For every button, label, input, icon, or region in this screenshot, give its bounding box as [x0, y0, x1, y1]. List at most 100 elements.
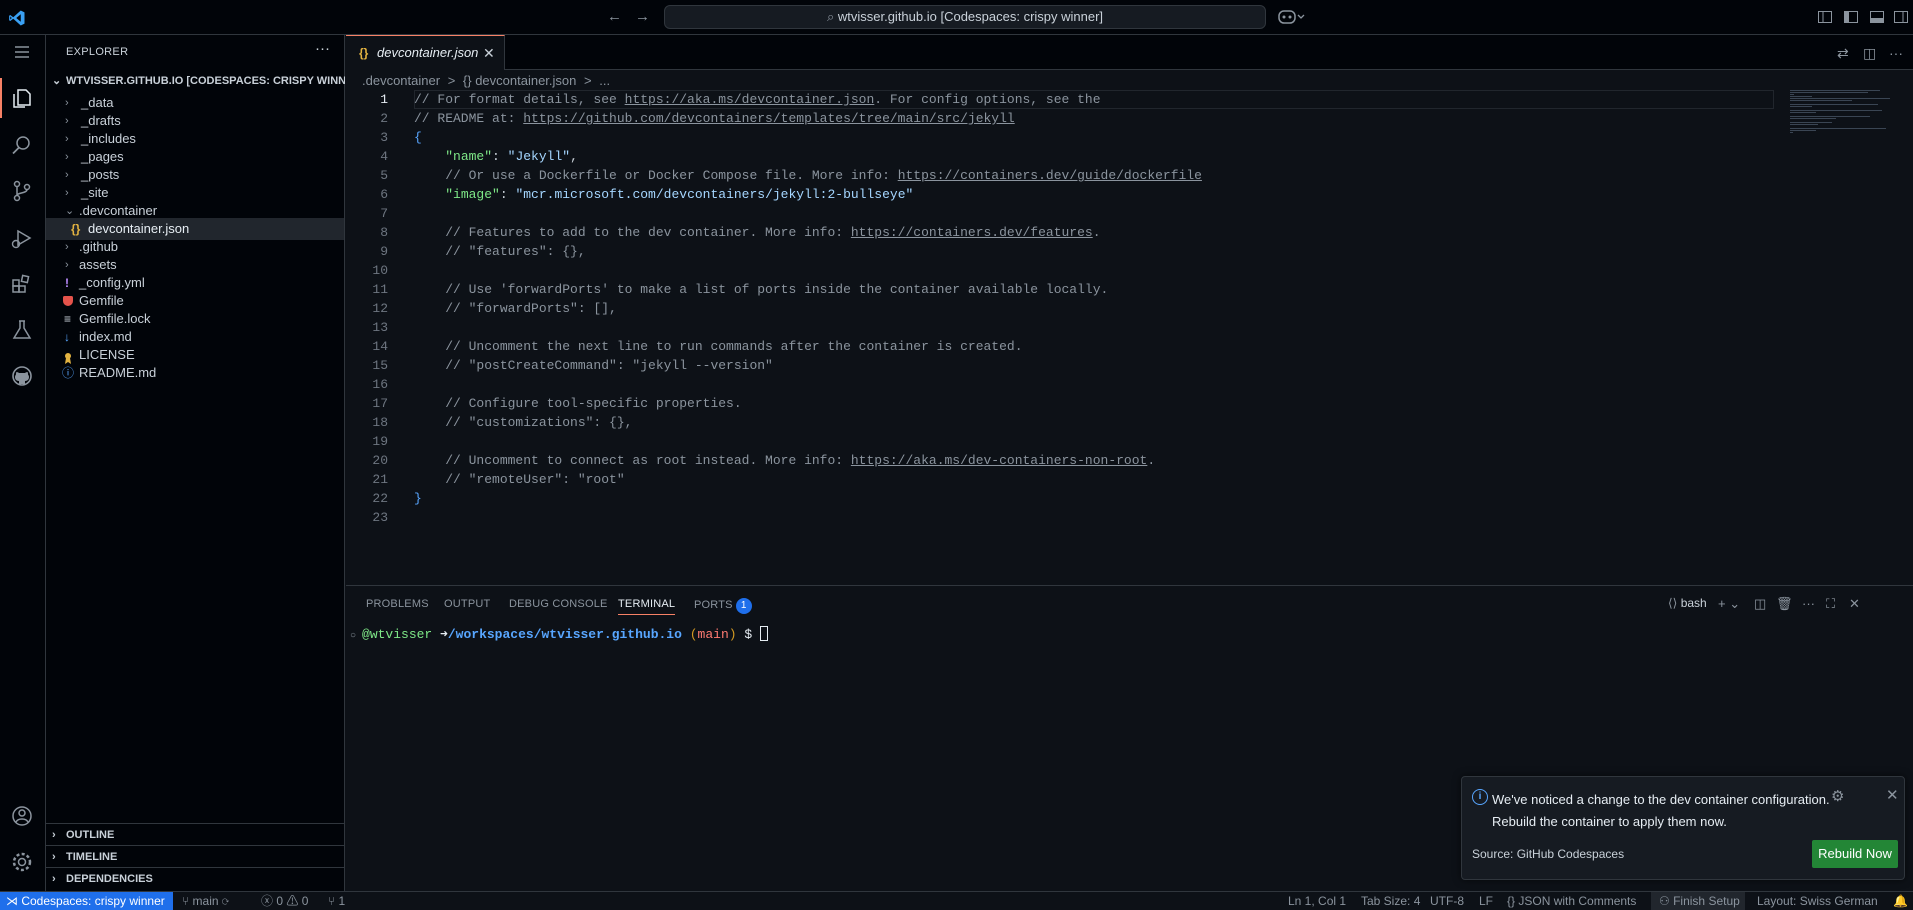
source-control-icon[interactable]: [9, 178, 35, 204]
code-editor[interactable]: 1 // For format details, see https://aka.…: [346, 90, 1786, 580]
kill-terminal-icon[interactable]: 🗑: [1776, 596, 1793, 612]
finish-setup-button[interactable]: ⚇ Finish Setup: [1651, 892, 1745, 910]
status-bar: ⋊ Codespaces: crispy winner ⑂ main ⟳ ⓧ 0…: [0, 891, 1913, 910]
github-icon[interactable]: [9, 363, 35, 389]
remote-indicator[interactable]: ⋊ Codespaces: crispy winner: [0, 892, 173, 910]
tab-ports[interactable]: PORTS 1: [694, 598, 752, 614]
code-line: // "features": {},: [414, 244, 586, 259]
close-icon[interactable]: ✕: [483, 36, 495, 70]
explorer-icon[interactable]: [9, 85, 35, 111]
extensions-icon[interactable]: [9, 271, 35, 297]
tab-size[interactable]: Tab Size: 4: [1361, 892, 1420, 910]
more-actions-icon[interactable]: ···: [1889, 45, 1903, 61]
tab-devcontainer-json[interactable]: {} devcontainer.json ✕: [346, 35, 505, 70]
gear-icon[interactable]: ⚙: [1831, 787, 1844, 805]
toggle-secondary-sidebar-icon[interactable]: [1893, 9, 1909, 25]
line-number: 5: [380, 168, 388, 183]
breadcrumb-symbol[interactable]: ...: [599, 73, 610, 88]
code-line: // "remoteUser": "root": [414, 472, 625, 487]
accounts-icon[interactable]: [9, 803, 35, 829]
code-line: // Uncomment the next line to run comman…: [414, 339, 1023, 354]
chevron-right-icon: ›: [52, 829, 56, 841]
explorer-title: EXPLORER: [66, 46, 129, 58]
line-number: 20: [372, 453, 388, 468]
terminal-prompt: $: [744, 627, 753, 642]
tab-terminal[interactable]: TERMINAL: [618, 598, 676, 615]
prompt-status-icon: ○: [350, 631, 363, 642]
breadcrumb-file[interactable]: {} devcontainer.json: [463, 73, 576, 88]
dependencies-section[interactable]: › DEPENDENCIES: [46, 867, 344, 889]
outline-section[interactable]: › OUTLINE: [46, 823, 344, 845]
maximize-panel-icon[interactable]: ⛶: [1826, 596, 1835, 612]
remote-label: Codespaces: crispy winner: [21, 894, 165, 908]
more-actions-icon[interactable]: ···: [1802, 596, 1815, 611]
forward-arrow-icon[interactable]: →: [635, 9, 650, 25]
command-center-search[interactable]: ⌕ wtvisser.github.io [Codespaces: crispy…: [664, 5, 1266, 29]
tree-item-label: README.md: [79, 365, 157, 380]
cursor-position[interactable]: Ln 1, Col 1: [1288, 892, 1346, 910]
section-label: DEPENDENCIES: [66, 873, 153, 885]
split-terminal-icon[interactable]: ◫: [1754, 596, 1766, 612]
end-of-line[interactable]: LF: [1479, 892, 1493, 910]
minimap[interactable]: [1790, 90, 1900, 140]
new-terminal-icon[interactable]: + ⌄: [1718, 596, 1740, 612]
error-icon: ⓧ: [261, 894, 277, 908]
line-number: 1: [380, 92, 388, 107]
more-actions-icon[interactable]: ···: [315, 40, 330, 57]
menu-icon[interactable]: [9, 39, 35, 65]
split-editor-icon[interactable]: ◫: [1863, 45, 1876, 62]
toggle-sidebar-icon[interactable]: [1843, 9, 1859, 25]
tab-label: devcontainer.json: [377, 45, 479, 60]
code-line: }: [414, 491, 422, 506]
line-number: 21: [372, 472, 388, 487]
code-line: {: [414, 130, 422, 145]
keyboard-layout[interactable]: Layout: Swiss German: [1757, 892, 1878, 910]
rebuild-now-button[interactable]: Rebuild Now: [1812, 840, 1898, 868]
search-view-icon[interactable]: [9, 132, 35, 158]
back-arrow-icon[interactable]: ←: [607, 9, 622, 25]
line-number: 3: [380, 130, 388, 145]
line-number: 2: [380, 111, 388, 126]
search-icon: ⌕: [826, 9, 838, 24]
tab-output[interactable]: OUTPUT: [444, 598, 490, 610]
close-icon[interactable]: ✕: [1886, 786, 1899, 804]
language-mode[interactable]: {} JSON with Comments: [1507, 892, 1636, 910]
toggle-panel-icon[interactable]: [1869, 9, 1885, 25]
code-line: "name": "Jekyll",: [445, 149, 578, 164]
terminal-output[interactable]: ○ @wtvisser ➜/workspaces/wtvisser.github…: [350, 626, 769, 642]
run-debug-icon[interactable]: [9, 225, 35, 251]
line-number: 4: [380, 149, 388, 164]
timeline-section[interactable]: › TIMELINE: [46, 845, 344, 867]
terminal-shell-selector[interactable]: ⟨⟩ bash: [1668, 596, 1707, 610]
line-number: 17: [372, 396, 388, 411]
code-line: // For format details, see https://aka.m…: [414, 92, 1101, 107]
compare-changes-icon[interactable]: ⇄: [1837, 45, 1849, 62]
ports-icon: ⑂: [328, 894, 339, 908]
breadcrumb: .devcontainer > {} devcontainer.json > .…: [362, 73, 614, 88]
copilot-icon[interactable]: [1278, 9, 1306, 25]
tree-file-readme-md[interactable]: ⓘ README.md: [46, 362, 344, 384]
settings-gear-icon[interactable]: [9, 849, 35, 875]
line-number: 9: [380, 244, 388, 259]
line-number: 12: [372, 301, 388, 316]
encoding[interactable]: UTF-8: [1430, 892, 1464, 910]
breadcrumb-folder[interactable]: .devcontainer: [362, 73, 440, 88]
warning-icon: ⚠: [286, 894, 302, 908]
line-number: 16: [372, 377, 388, 392]
ports-status[interactable]: ⑂ 1: [328, 892, 345, 910]
branch-icon: ⑂: [182, 894, 193, 908]
problems-status[interactable]: ⓧ 0 ⚠ 0: [261, 892, 308, 910]
tab-debug-console[interactable]: DEBUG CONSOLE: [509, 598, 608, 610]
code-line: // "forwardPorts": [],: [414, 301, 617, 316]
close-panel-icon[interactable]: ✕: [1849, 596, 1860, 612]
branch-status[interactable]: ⑂ main ⟳: [182, 892, 229, 910]
notifications-bell-icon[interactable]: 🔔: [1893, 892, 1908, 910]
customize-layout-icon[interactable]: [1817, 9, 1833, 25]
tab-problems[interactable]: PROBLEMS: [366, 598, 429, 610]
testing-icon[interactable]: [9, 317, 35, 343]
code-line: // "customizations": {},: [414, 415, 633, 430]
notification-toast: i We've noticed a change to the dev cont…: [1461, 776, 1905, 880]
vscode-logo-icon[interactable]: [8, 9, 26, 27]
workspace-root-folder[interactable]: ⌄ WTVISSER.GITHUB.IO [CODESPACES: CRISPY…: [46, 70, 345, 92]
line-number: 14: [372, 339, 388, 354]
